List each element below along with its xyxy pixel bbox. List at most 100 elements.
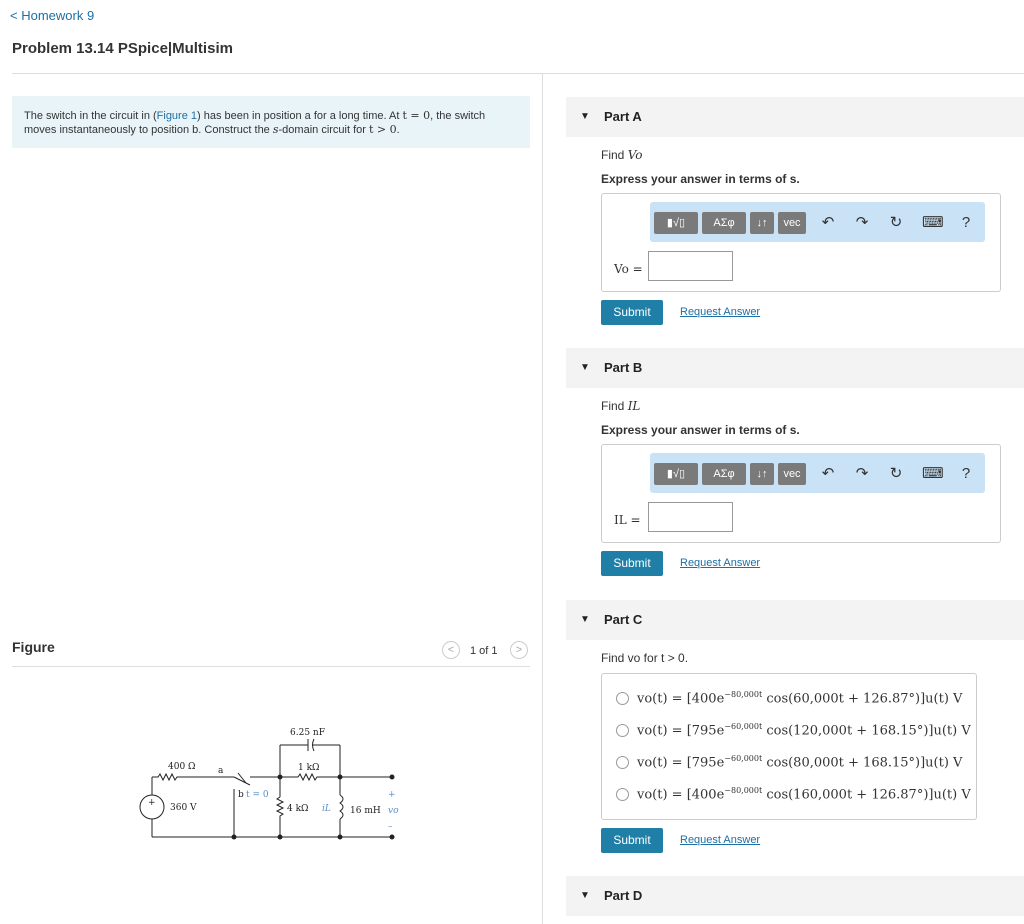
figure-link[interactable]: Figure 1 [157,110,197,122]
collapse-triangle-icon: ▼ [580,890,590,901]
radio-button[interactable] [616,788,629,802]
choice-text: cos(60,000t + 126.87°)]u(t) V [762,691,963,707]
prompt-text: . [396,124,400,136]
redo-icon[interactable]: ↷ [852,212,872,234]
choice-4[interactable]: vo(t) = [400e−80,000t cos(160,000t + 126… [616,786,971,806]
part-a-submit-button[interactable]: Submit [601,300,663,325]
part-a-express: Express your answer in terms of s. [601,172,800,186]
radio-button[interactable] [616,724,629,738]
part-a-find: Find Vo [601,148,642,162]
problem-prompt: The switch in the circuit in (Figure 1) … [12,96,530,148]
greek-button[interactable]: ΑΣφ [702,212,746,234]
column-divider [542,74,543,924]
math-toolbar: ▮√▯ ΑΣφ ↓↑ vec ↶ ↷ ↻ ⌨ ? [650,453,985,493]
prompt-text: , the switch [430,110,486,122]
reset-icon[interactable]: ↻ [886,463,906,485]
part-d-header[interactable]: ▼ Part D [566,876,1024,916]
prompt-text: ) has been in position a for a long time… [197,110,403,122]
prompt-text: -domain circuit for [278,124,369,136]
prompt-text: moves instantaneously to position b. Con… [24,124,273,136]
part-c-header[interactable]: ▼ Part C [566,600,1024,640]
choice-1[interactable]: vo(t) = [400e−80,000t cos(60,000t + 126.… [616,690,962,710]
part-a-request-answer-link[interactable]: Request Answer [680,306,760,318]
choice-text: cos(120,000t + 168.15°)]u(t) V [762,723,971,739]
find-prefix: Find [601,399,628,413]
choice-text: vo(t) = [400e [637,691,725,707]
greek-button[interactable]: ΑΣφ [702,463,746,485]
part-a-header[interactable]: ▼ Part A [566,97,1024,137]
redo-icon[interactable]: ↷ [852,463,872,485]
collapse-triangle-icon: ▼ [580,111,590,122]
label-400ohm: 400 Ω [168,762,196,772]
radio-button[interactable] [616,692,629,706]
label-node-a: a [218,766,224,776]
part-b-find: Find IL [601,399,640,413]
vec-button[interactable]: vec [778,212,806,234]
collapse-triangle-icon: ▼ [580,614,590,625]
sort-button[interactable]: ↓↑ [750,463,774,485]
choice-exponent: −60,000t [724,722,763,731]
label-node-b: b [238,790,244,800]
part-b-express: Express your answer in terms of s. [601,423,800,437]
choice-text: vo(t) = [795e [637,755,725,771]
find-prefix: Find [601,148,628,162]
label-switch-time: t = 0 [246,790,269,800]
math-t-gt-0: t > 0 [369,123,397,136]
part-c-title: Part C [604,612,643,627]
label-source: 360 V [170,803,197,813]
choice-exponent: −80,000t [724,786,763,795]
choice-3[interactable]: vo(t) = [795e−60,000t cos(80,000t + 168.… [616,754,962,774]
find-var: Vo [627,148,643,162]
undo-icon[interactable]: ↶ [818,463,838,485]
label-minus: – [388,822,393,832]
part-b-request-answer-link[interactable]: Request Answer [680,557,760,569]
label-vo: vo [388,806,399,816]
part-b-header[interactable]: ▼ Part B [566,348,1024,388]
part-b-title: Part B [604,360,643,375]
part-c-submit-button[interactable]: Submit [601,828,663,853]
part-b-answer-box: ▮√▯ ΑΣφ ↓↑ vec ↶ ↷ ↻ ⌨ ? IL = [601,444,1001,543]
math-toolbar: ▮√▯ ΑΣφ ↓↑ vec ↶ ↷ ↻ ⌨ ? [650,202,985,242]
find-var: IL [627,399,641,413]
vec-button[interactable]: vec [778,463,806,485]
keyboard-icon[interactable]: ⌨ [922,212,944,234]
choice-2[interactable]: vo(t) = [795e−60,000t cos(120,000t + 168… [616,722,971,742]
part-c-request-answer-link[interactable]: Request Answer [680,834,760,846]
label-source-plus: + [148,798,156,808]
choice-exponent: −80,000t [724,690,763,699]
header-divider [12,73,1024,74]
template-button[interactable]: ▮√▯ [654,463,698,485]
vo-answer-input[interactable] [648,251,733,281]
part-c-choices: vo(t) = [400e−80,000t cos(60,000t + 126.… [601,673,977,820]
part-a-title: Part A [604,109,642,124]
part-d-title: Part D [604,888,643,903]
il-answer-input[interactable] [648,502,733,532]
part-c-find: Find vo for t > 0. [601,651,689,665]
figure-next-button[interactable]: > [510,641,528,659]
choice-text: cos(80,000t + 168.15°)]u(t) V [762,755,963,771]
choice-text: vo(t) = [795e [637,723,725,739]
figure-label: Figure [12,639,55,655]
choice-text: vo(t) = [400e [637,787,725,803]
label-cap: 6.25 nF [290,728,325,738]
figure-divider [12,666,530,667]
part-b-submit-button[interactable]: Submit [601,551,663,576]
label-1kohm: 1 kΩ [298,763,320,773]
vo-label: Vo = [614,262,643,276]
undo-icon[interactable]: ↶ [818,212,838,234]
choice-text: cos(160,000t + 126.87°)]u(t) V [762,787,971,803]
help-icon[interactable]: ? [956,212,976,234]
choice-exponent: −60,000t [724,754,763,763]
part-a-answer-box: ▮√▯ ΑΣφ ↓↑ vec ↶ ↷ ↻ ⌨ ? Vo = [601,193,1001,292]
figure-prev-button[interactable]: < [442,641,460,659]
radio-button[interactable] [616,756,629,770]
keyboard-icon[interactable]: ⌨ [922,463,944,485]
help-icon[interactable]: ? [956,463,976,485]
il-label: IL = [614,513,641,527]
sort-button[interactable]: ↓↑ [750,212,774,234]
reset-icon[interactable]: ↻ [886,212,906,234]
template-button[interactable]: ▮√▯ [654,212,698,234]
problem-title: Problem 13.14 PSpice|Multisim [12,40,233,57]
back-homework-link[interactable]: < Homework 9 [10,8,94,23]
prompt-text: The switch in the circuit in ( [24,110,157,122]
